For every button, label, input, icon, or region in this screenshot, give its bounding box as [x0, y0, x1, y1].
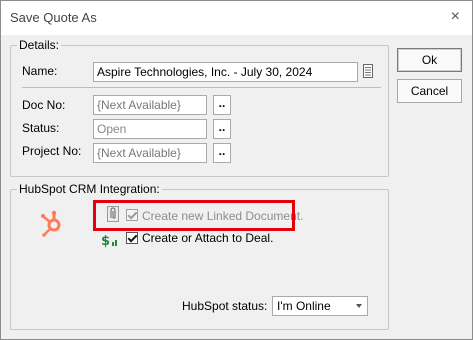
status-label: Status: [22, 121, 60, 135]
project-no-field[interactable]: {Next Available} [93, 143, 207, 163]
cancel-button[interactable]: Cancel [397, 79, 462, 103]
doc-no-field[interactable]: {Next Available} [93, 95, 207, 115]
ok-button[interactable]: Ok [397, 48, 462, 72]
status-browse-button[interactable]: .. [213, 119, 231, 139]
hubspot-sprocket-icon [39, 209, 67, 237]
save-quote-dialog: Save Quote As × Details: Name: Aspire Te… [0, 0, 473, 340]
hubspot-legend: HubSpot CRM Integration: [17, 182, 162, 196]
highlight-box [93, 200, 295, 231]
project-no-browse-button[interactable]: .. [213, 143, 231, 163]
create-deal-checkbox[interactable] [126, 232, 138, 244]
doc-no-label: Doc No: [22, 98, 66, 112]
dialog-title: Save Quote As [10, 10, 97, 25]
notepad-icon[interactable] [363, 64, 373, 78]
hubspot-status-value: I'm Online [277, 299, 331, 313]
doc-no-browse-button[interactable]: .. [213, 95, 231, 115]
ok-button-label: Ok [421, 53, 438, 67]
hubspot-status-select[interactable]: I'm Online [272, 296, 368, 316]
dollar-chart-icon: $ [101, 232, 121, 249]
cancel-button-label: Cancel [410, 84, 449, 98]
project-no-label: Project No: [22, 144, 82, 158]
name-field[interactable]: Aspire Technologies, Inc. - July 30, 202… [93, 62, 358, 82]
create-deal-label: Create or Attach to Deal. [142, 231, 274, 245]
details-legend: Details: [17, 38, 62, 52]
hubspot-status-label: HubSpot status: [182, 299, 268, 313]
details-separator [22, 87, 381, 88]
svg-text:$: $ [101, 234, 110, 248]
title-bar: Save Quote As × [1, 1, 472, 35]
chevron-down-icon [356, 304, 362, 308]
status-field[interactable]: Open [93, 119, 207, 139]
name-label: Name: [22, 64, 58, 78]
close-icon[interactable]: × [451, 8, 460, 26]
